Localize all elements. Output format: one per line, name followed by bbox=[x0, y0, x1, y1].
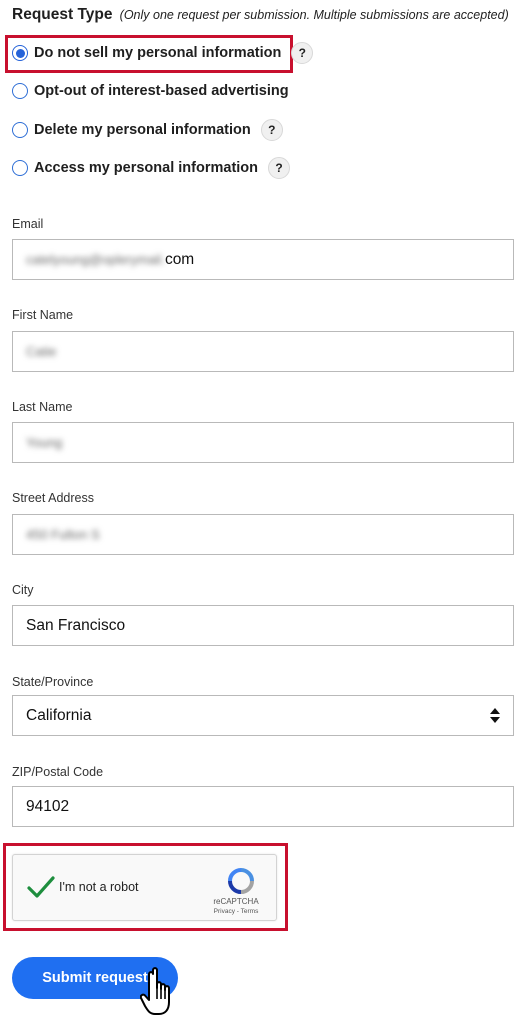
request-type-header: Request Type (Only one request per submi… bbox=[12, 6, 509, 24]
hand-pointer-cursor-icon bbox=[140, 967, 170, 1015]
last-name-field[interactable]: Young bbox=[12, 422, 514, 463]
option-opt-out-ads[interactable]: Opt-out of interest-based advertising bbox=[12, 78, 289, 104]
first-name-label: First Name bbox=[12, 308, 74, 322]
recaptcha-logo-icon bbox=[228, 868, 254, 894]
radio-opt-out-ads[interactable] bbox=[12, 83, 28, 99]
option-delete-info[interactable]: Delete my personal information ? bbox=[12, 117, 283, 143]
radio-access-info[interactable] bbox=[12, 160, 28, 176]
email-value-blurred: catelyoung@oplerymail. bbox=[26, 252, 165, 267]
help-icon[interactable]: ? bbox=[260, 119, 283, 141]
zip-field[interactable]: 94102 bbox=[12, 786, 514, 827]
captcha-brand: reCAPTCHA bbox=[213, 897, 259, 906]
state-select[interactable]: California bbox=[12, 695, 514, 736]
state-label: State/Province bbox=[12, 675, 94, 689]
zip-value: 94102 bbox=[26, 797, 70, 815]
option-label: Delete my personal information bbox=[34, 122, 251, 138]
help-icon[interactable]: ? bbox=[268, 157, 291, 179]
city-label: City bbox=[12, 583, 34, 597]
first-name-value: Catie bbox=[26, 344, 57, 359]
option-label: Access my personal information bbox=[34, 160, 259, 176]
radio-do-not-sell[interactable] bbox=[12, 45, 28, 61]
request-type-note: (Only one request per submission. Multip… bbox=[119, 8, 509, 22]
radio-delete-info[interactable] bbox=[12, 122, 28, 138]
option-label: Do not sell my personal information bbox=[34, 45, 282, 61]
state-value: California bbox=[26, 706, 92, 724]
select-arrows-icon bbox=[490, 708, 500, 724]
city-value: San Francisco bbox=[26, 616, 126, 634]
first-name-field[interactable]: Catie bbox=[12, 331, 514, 372]
zip-label: ZIP/Postal Code bbox=[12, 765, 104, 779]
checkmark-icon[interactable] bbox=[27, 875, 55, 899]
last-name-value: Young bbox=[26, 435, 63, 450]
request-type-title: Request Type bbox=[12, 6, 113, 23]
email-value-visible: com bbox=[164, 250, 195, 268]
option-label: Opt-out of interest-based advertising bbox=[34, 83, 289, 99]
captcha-links[interactable]: Privacy - Terms bbox=[206, 908, 266, 915]
option-access-info[interactable]: Access my personal information ? bbox=[12, 155, 291, 181]
street-address-label: Street Address bbox=[12, 491, 94, 505]
email-label: Email bbox=[12, 217, 44, 231]
city-field[interactable]: San Francisco bbox=[12, 605, 514, 646]
last-name-label: Last Name bbox=[12, 400, 73, 414]
recaptcha-widget[interactable]: I'm not a robot reCAPTCHA Privacy - Term… bbox=[12, 854, 277, 921]
help-icon[interactable]: ? bbox=[291, 42, 314, 64]
captcha-label: I'm not a robot bbox=[59, 880, 139, 894]
street-address-value: 450 Fulton S bbox=[26, 527, 100, 542]
option-do-not-sell[interactable]: Do not sell my personal information ? bbox=[12, 40, 314, 66]
email-field[interactable]: catelyoung@oplerymail. com bbox=[12, 239, 514, 280]
street-address-field[interactable]: 450 Fulton S bbox=[12, 514, 514, 555]
